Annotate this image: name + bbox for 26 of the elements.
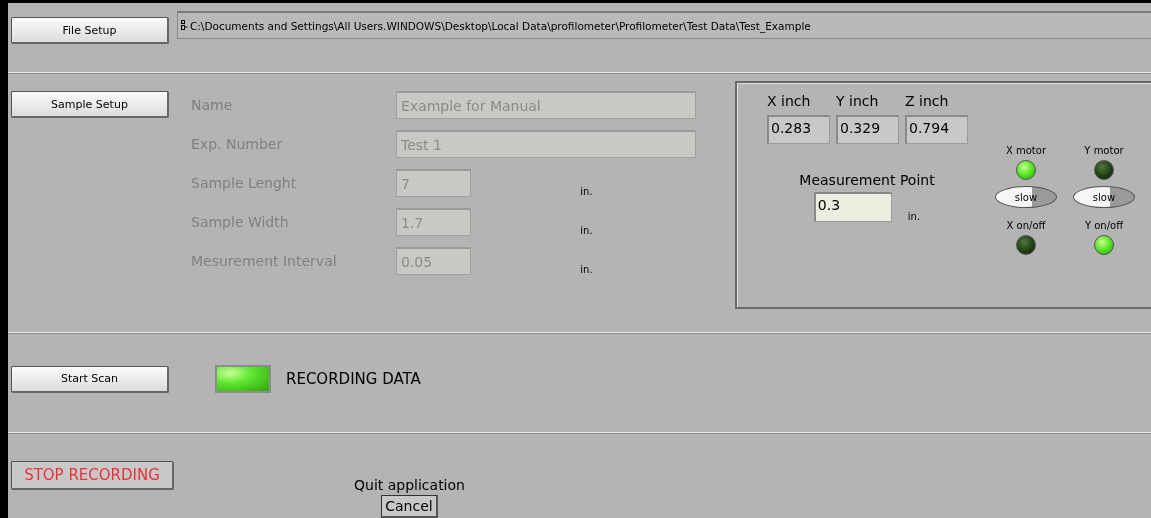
- sample-setup-button[interactable]: Sample Setup: [11, 91, 169, 119]
- power-label: Y on/off: [1084, 220, 1124, 232]
- axis-label: Y inch: [836, 93, 880, 110]
- motor-label: X motor: [1005, 145, 1046, 157]
- measurement-point-label: Measurement Point: [799, 172, 935, 189]
- power-label: X on/off: [1006, 220, 1046, 232]
- unit-label: in.: [579, 225, 594, 237]
- motor-label: Y motor: [1084, 145, 1124, 157]
- path-browse-icon: [181, 20, 188, 31]
- cancel-button[interactable]: Cancel: [381, 495, 438, 518]
- axis-value: 0.329: [836, 115, 899, 145]
- axis-label: Z inch: [905, 93, 950, 110]
- recording-label: RECORDING DATA: [286, 370, 421, 389]
- quit-label: Quit application: [354, 477, 465, 493]
- unit-label: in.: [579, 264, 594, 276]
- start-scan-button[interactable]: Start Scan: [11, 365, 169, 393]
- file-setup-button[interactable]: File Setup: [11, 17, 169, 44]
- axis-value: 0.794: [905, 115, 968, 145]
- path-field[interactable]: C:\Documents and Settings\All Users.WINDOWS\Desktop\Local Data\profilometer\Profilometer\Test Data\Test_Example: [177, 11, 1151, 39]
- unit-label: in.: [579, 186, 594, 198]
- speed-switch[interactable]: slow: [995, 186, 1057, 209]
- unit-label: in.: [906, 211, 921, 223]
- measurement-point-field[interactable]: 0.3: [813, 192, 892, 223]
- speed-switch[interactable]: slow: [1073, 186, 1135, 209]
- axis-label: X inch: [767, 93, 812, 110]
- axis-value: 0.283: [767, 115, 830, 145]
